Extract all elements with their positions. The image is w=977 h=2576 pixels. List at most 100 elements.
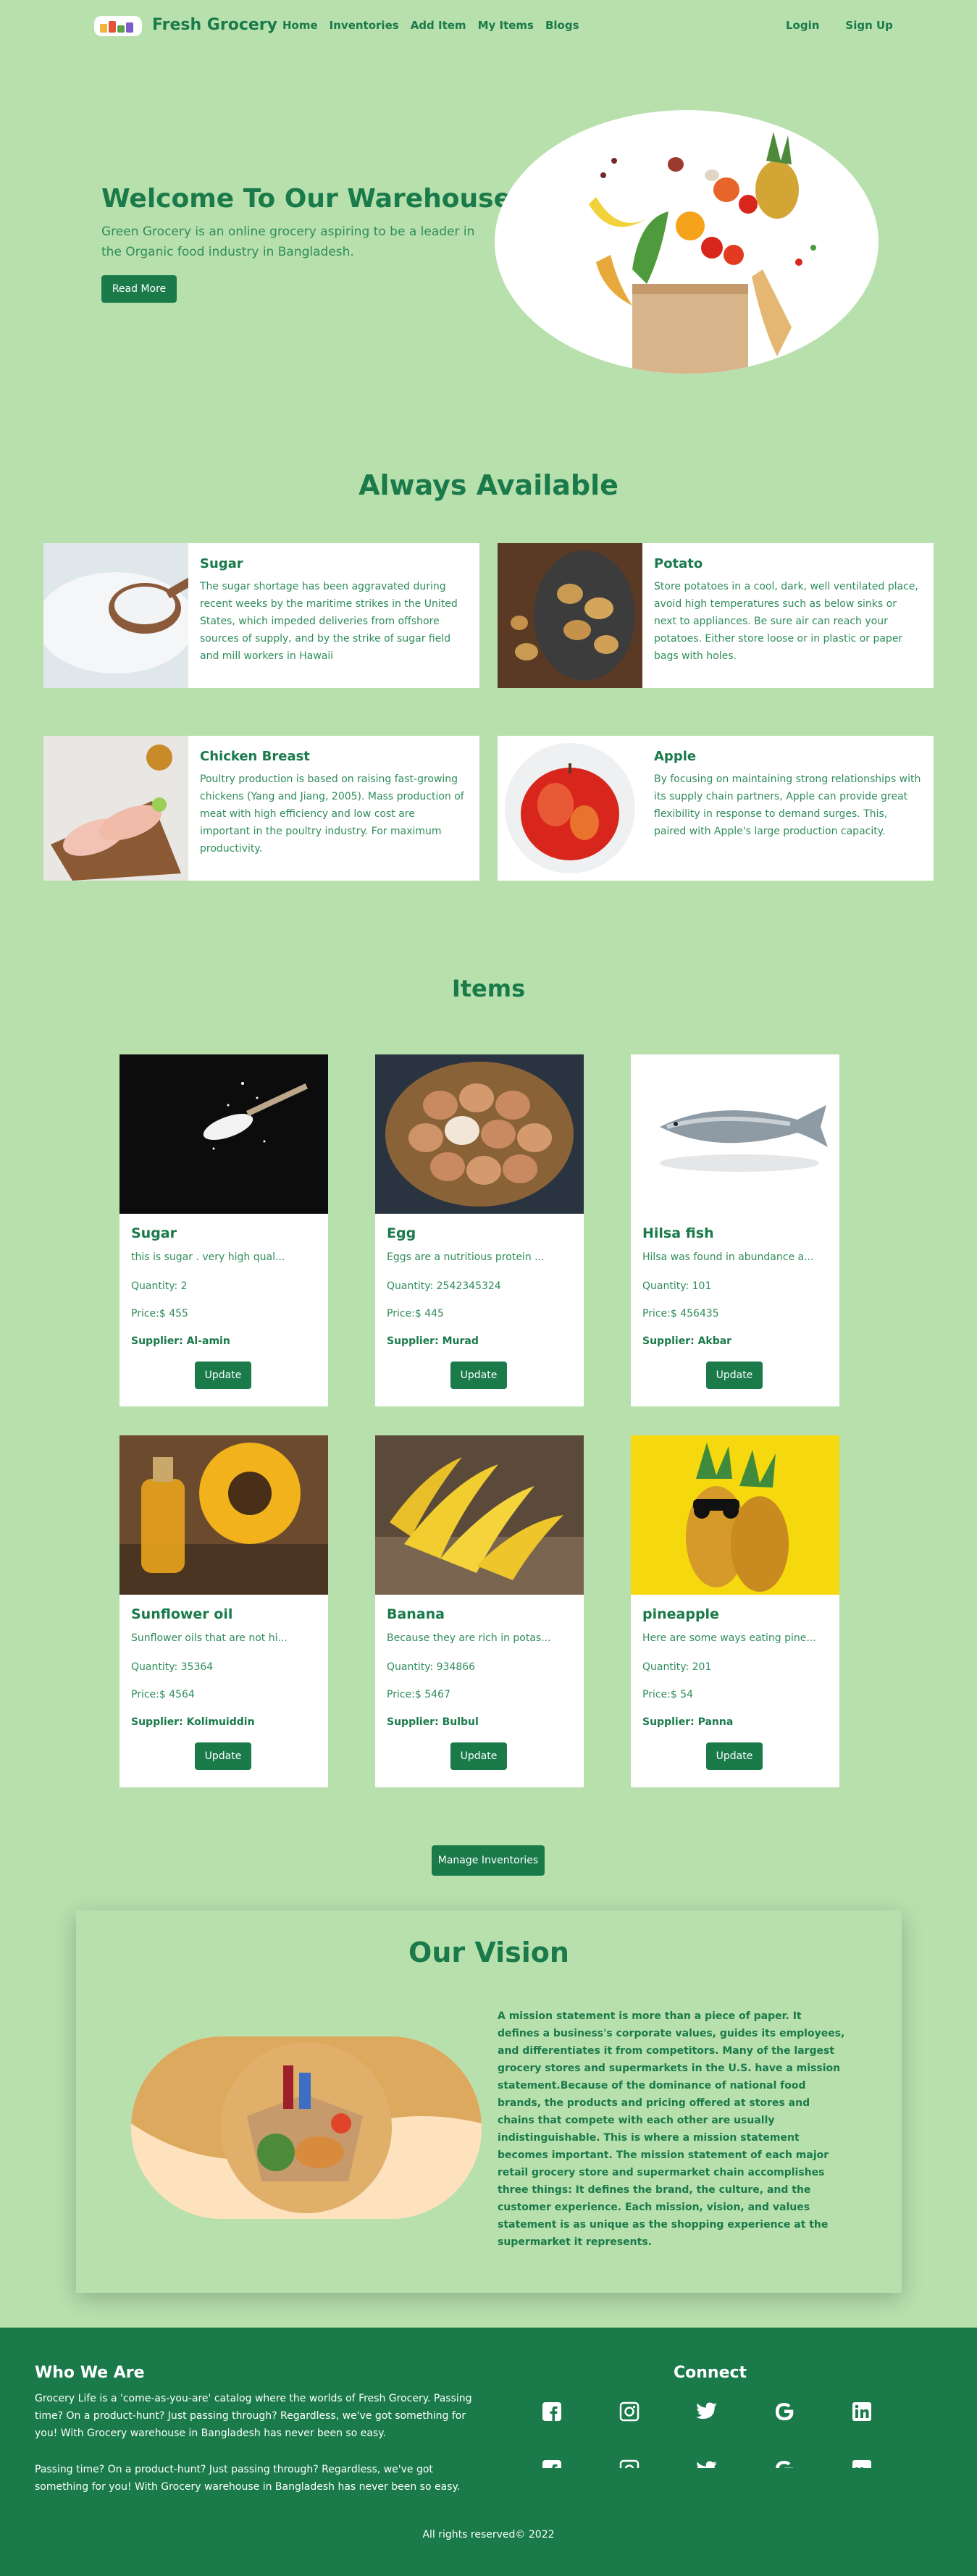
item-desc: Hilsa was found in abundance a... <box>642 1251 814 1263</box>
item-name: Sunflower oil <box>131 1606 233 1622</box>
twitter-icon[interactable] <box>695 2400 718 2423</box>
vision-grocery-box-image <box>131 2036 482 2219</box>
instagram-icon[interactable] <box>618 2400 641 2423</box>
item-price: Price:$ 5467 <box>387 1689 450 1700</box>
brand-logo[interactable] <box>94 16 142 36</box>
potato-image <box>498 543 642 688</box>
social-icons <box>540 2400 873 2423</box>
item-supplier: Supplier: Akbar <box>642 1335 732 1347</box>
item-desc: Sunflower oils that are not hi... <box>131 1632 288 1644</box>
item-card: Sugar this is sugar . very high qual... … <box>119 1054 328 1406</box>
available-card-name: Apple <box>654 749 697 764</box>
item-name: Hilsa fish <box>642 1225 714 1241</box>
item-card: Hilsa fish Hilsa was found in abundance … <box>631 1054 839 1406</box>
item-price: Price:$ 4564 <box>131 1689 195 1700</box>
item-card: Banana Because they are rich in potas...… <box>375 1435 584 1787</box>
item-quantity: Quantity: 35364 <box>131 1661 214 1673</box>
item-price: Price:$ 445 <box>387 1308 444 1320</box>
who-we-are-title: Who We Are <box>35 2364 145 2382</box>
item-image-banana <box>375 1435 584 1595</box>
navbar: Fresh Grocery Home Inventories Add Item … <box>0 0 977 52</box>
available-card-desc: By focusing on maintaining strong relati… <box>654 773 921 837</box>
copyright-text: All rights reserved© 2022 <box>422 2529 555 2541</box>
available-card-desc: Poultry production is based on raising f… <box>200 773 464 855</box>
instagram-icon <box>618 2457 641 2468</box>
update-button[interactable]: Update <box>706 1362 763 1389</box>
item-name: Banana <box>387 1606 445 1622</box>
item-quantity: Quantity: 934866 <box>387 1661 476 1673</box>
facebook-icon[interactable] <box>540 2400 563 2423</box>
twitter-icon <box>695 2457 718 2468</box>
item-quantity: Quantity: 2542345324 <box>387 1280 501 1292</box>
item-price: Price:$ 54 <box>642 1689 694 1700</box>
brand-name[interactable]: Fresh Grocery <box>152 16 277 34</box>
nav-auth: Login Sign Up <box>786 19 893 32</box>
item-supplier: Supplier: Bulbul <box>387 1716 479 1728</box>
available-card-chicken-breast: Chicken Breast Poultry production is bas… <box>43 736 479 881</box>
item-price: Price:$ 456435 <box>642 1308 719 1320</box>
item-supplier: Supplier: Kolimuiddin <box>131 1716 255 1728</box>
available-card-name: Sugar <box>200 556 243 571</box>
item-name: Sugar <box>131 1225 177 1241</box>
hero-groceries-image <box>495 110 879 374</box>
hero-title: Welcome To Our Warehouse <box>101 184 511 214</box>
linkedin-icon[interactable] <box>850 2400 873 2423</box>
chicken-breast-image <box>43 736 188 881</box>
update-button[interactable]: Update <box>706 1742 763 1770</box>
item-quantity: Quantity: 101 <box>642 1280 712 1292</box>
update-button[interactable]: Update <box>195 1362 251 1389</box>
social-icons-repeat <box>540 2457 873 2468</box>
login-link[interactable]: Login <box>786 19 819 32</box>
item-card: Sunflower oil Sunflower oils that are no… <box>119 1435 328 1787</box>
manage-inventories-button[interactable]: Manage Inventories <box>432 1845 545 1876</box>
item-supplier: Supplier: Murad <box>387 1335 479 1347</box>
sugar-image <box>43 543 188 688</box>
linkedin-icon <box>850 2457 873 2468</box>
nav-link-my-items[interactable]: My Items <box>478 19 534 32</box>
item-image-sugar <box>119 1054 328 1214</box>
always-available-title: Always Available <box>358 469 619 501</box>
item-supplier: Supplier: Panna <box>642 1716 734 1728</box>
item-desc: Eggs are a nutritious protein ... <box>387 1251 545 1263</box>
available-card-desc: Store potatoes in a cool, dark, well ven… <box>654 581 918 662</box>
item-image-pineapple <box>631 1435 839 1595</box>
item-desc: this is sugar . very high qual... <box>131 1251 285 1263</box>
available-card-potato: Potato Store potatoes in a cool, dark, w… <box>498 543 934 688</box>
item-desc: Because they are rich in potas... <box>387 1632 551 1644</box>
item-price: Price:$ 455 <box>131 1308 188 1320</box>
nav-link-home[interactable]: Home <box>282 19 318 32</box>
update-button[interactable]: Update <box>450 1362 507 1389</box>
item-desc: Here are some ways eating pine... <box>642 1632 816 1644</box>
available-card-name: Chicken Breast <box>200 749 310 764</box>
google-icon[interactable] <box>773 2400 796 2423</box>
footer: Who We Are Grocery Life is a 'come-as-yo… <box>0 2328 977 2576</box>
available-card-name: Potato <box>654 556 703 571</box>
item-image-egg <box>375 1054 584 1214</box>
read-more-button[interactable]: Read More <box>101 275 177 303</box>
available-card-desc: The sugar shortage has been aggravated d… <box>200 581 458 662</box>
signup-link[interactable]: Sign Up <box>845 19 893 32</box>
google-icon <box>773 2457 796 2468</box>
item-quantity: Quantity: 201 <box>642 1661 712 1673</box>
item-name: pineapple <box>642 1606 719 1622</box>
who-we-are-text-repeat: Passing time? On a product-hunt? Just pa… <box>35 2464 461 2493</box>
update-button[interactable]: Update <box>195 1742 251 1770</box>
item-card: Egg Eggs are a nutritious protein ... Qu… <box>375 1054 584 1406</box>
item-name: Egg <box>387 1225 416 1241</box>
nav-link-inventories[interactable]: Inventories <box>330 19 399 32</box>
who-we-are-text: Grocery Life is a 'come-as-you-are' cata… <box>35 2393 472 2439</box>
item-image-hilsa-fish <box>631 1054 839 1214</box>
item-supplier: Supplier: Al-amin <box>131 1335 230 1347</box>
apple-image <box>498 736 642 881</box>
available-card-sugar: Sugar The sugar shortage has been aggrav… <box>43 543 479 688</box>
nav-link-blogs[interactable]: Blogs <box>545 19 579 32</box>
vision-title: Our Vision <box>408 1937 569 1968</box>
item-quantity: Quantity: 2 <box>131 1280 188 1292</box>
nav-link-add-item[interactable]: Add Item <box>411 19 466 32</box>
vision-text: A mission statement is more than a piece… <box>498 2010 845 2248</box>
item-image-sunflower-oil <box>119 1435 328 1595</box>
item-card: pineapple Here are some ways eating pine… <box>631 1435 839 1787</box>
update-button[interactable]: Update <box>450 1742 507 1770</box>
available-card-apple: Apple By focusing on maintaining strong … <box>498 736 934 881</box>
hero-subtitle: Green Grocery is an online grocery aspir… <box>101 225 475 259</box>
